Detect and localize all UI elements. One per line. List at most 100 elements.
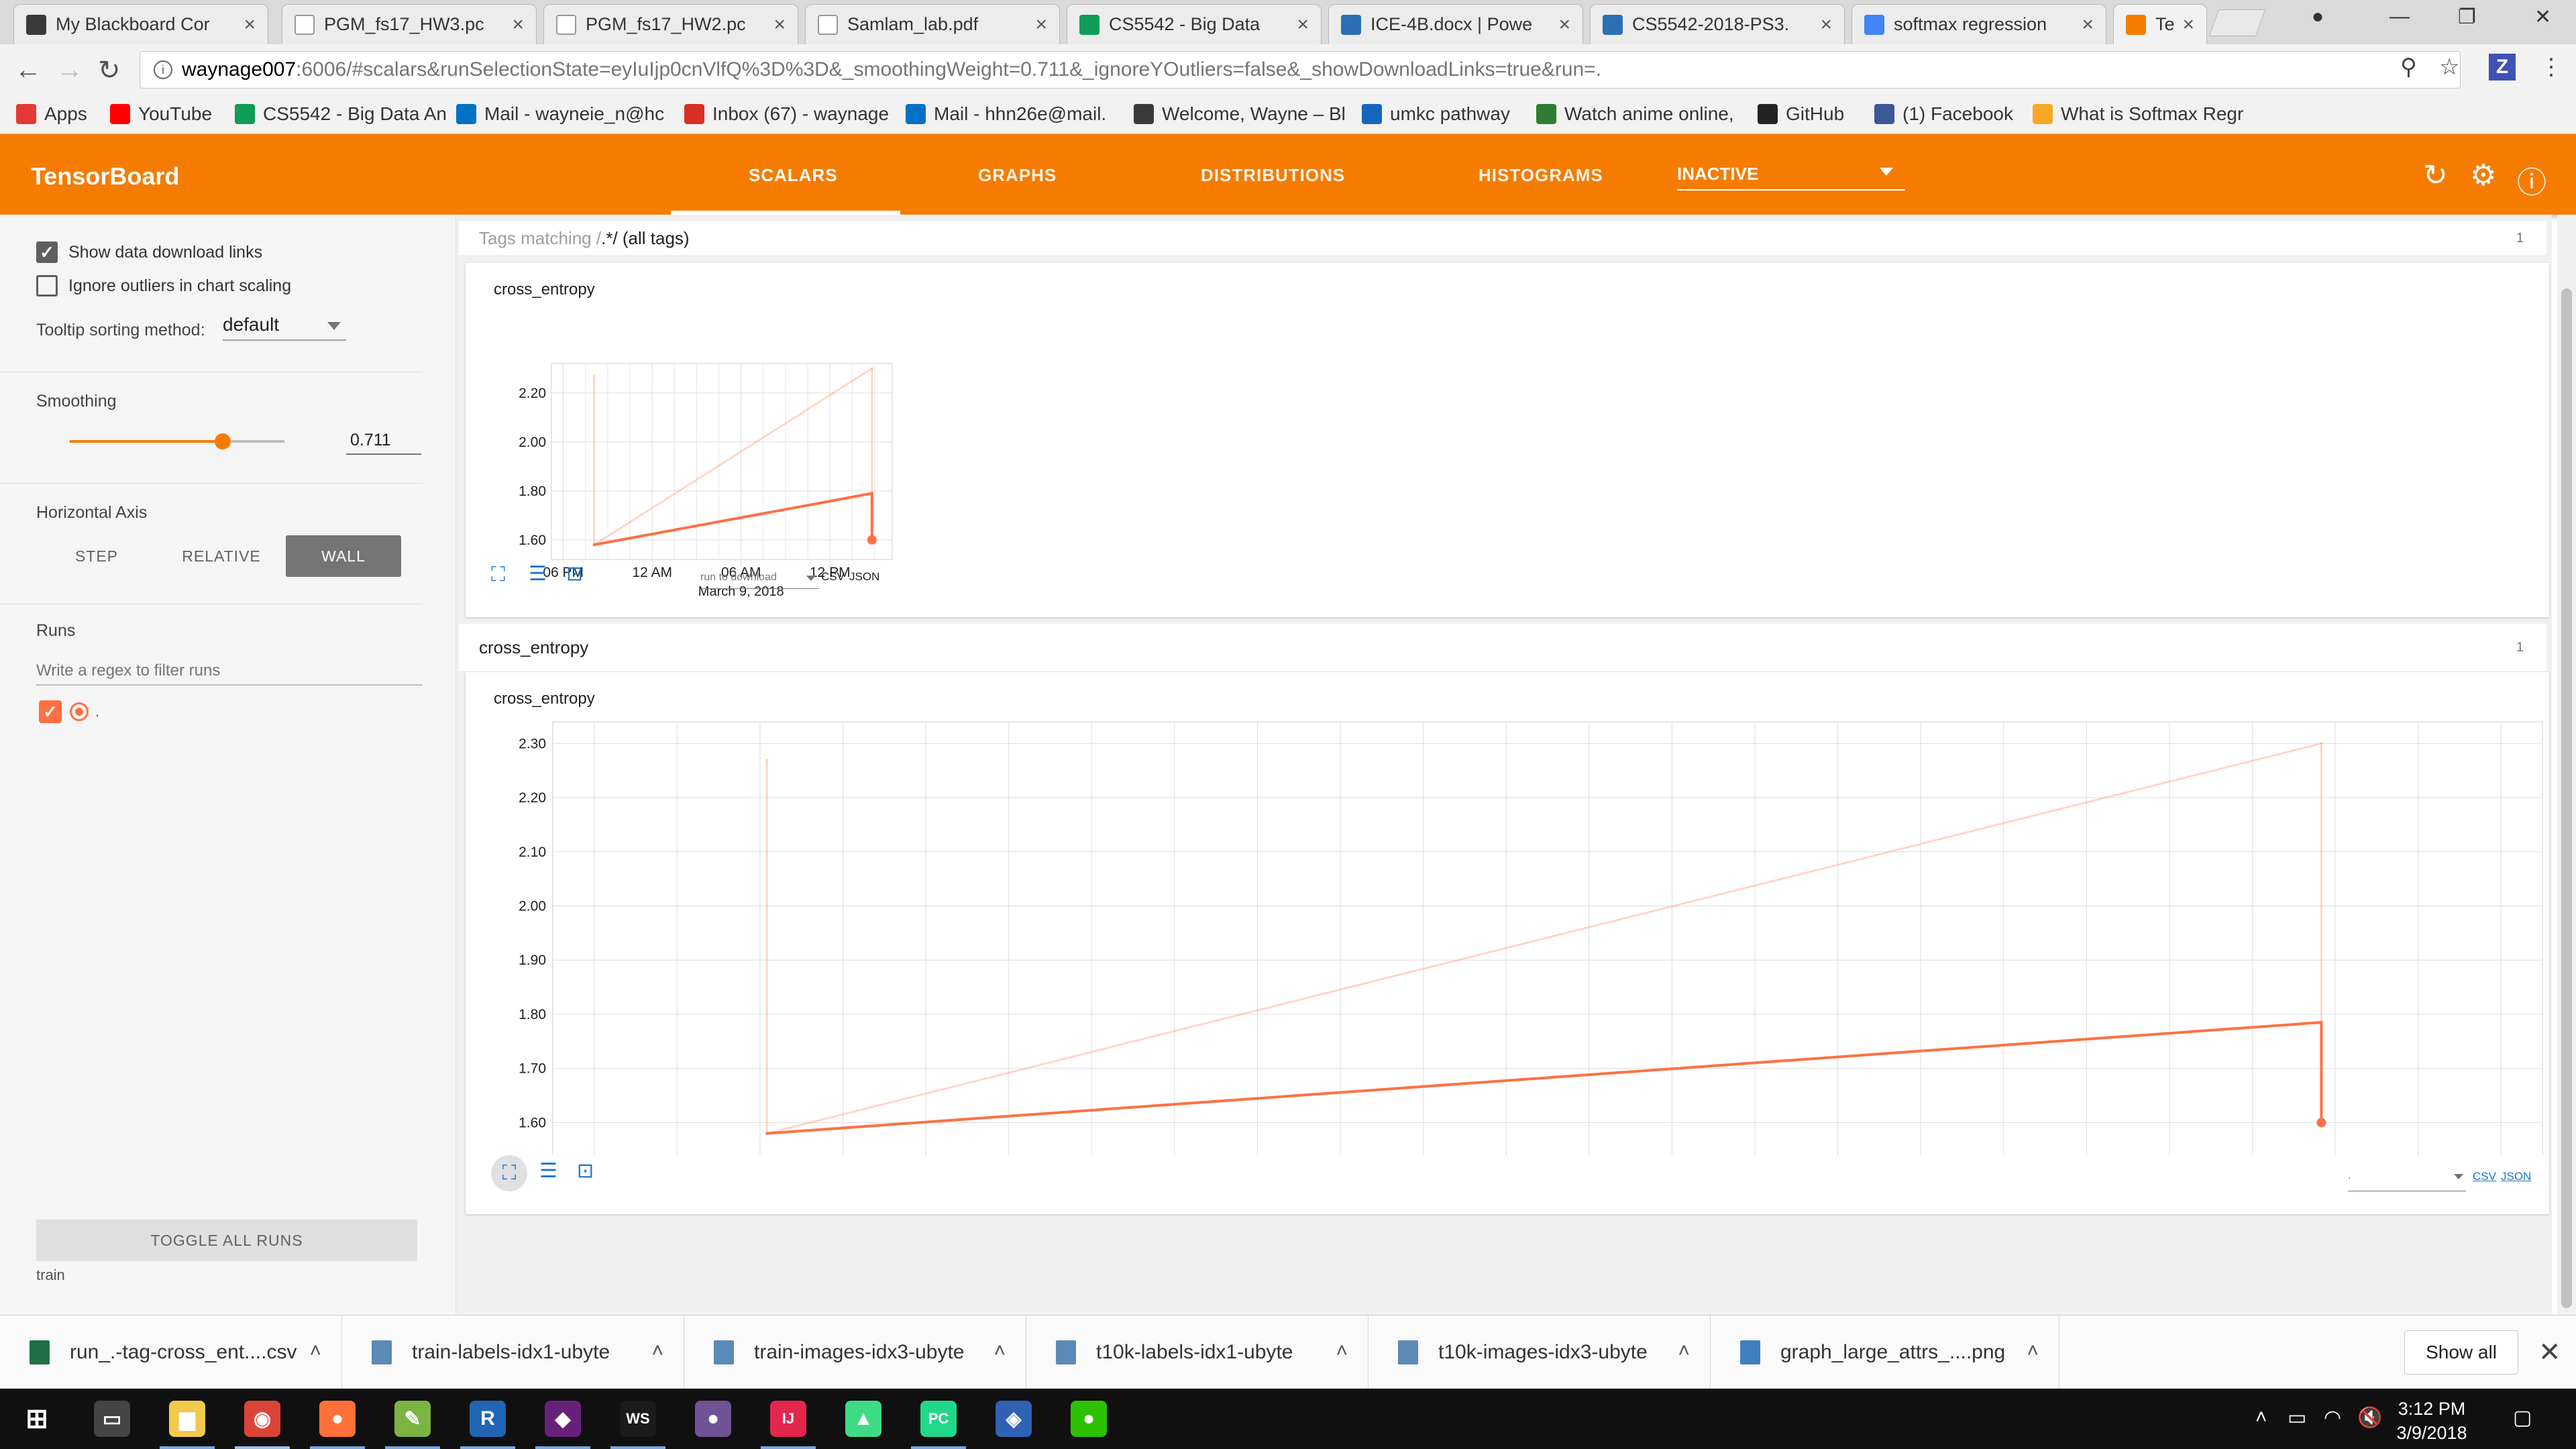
browser-tab[interactable]: TensorBoard × <box>2113 4 2207 44</box>
bookmark-item[interactable]: umkc pathway <box>1362 103 1510 125</box>
axis-wall-button[interactable]: WALL <box>286 535 401 577</box>
bookmark-item[interactable]: Welcome, Wayne – Bl <box>1134 103 1346 125</box>
wifi-icon[interactable]: ◠ <box>2324 1406 2341 1430</box>
chevron-up-icon[interactable]: ˄ <box>309 1340 321 1362</box>
run-to-download-select[interactable]: . <box>2348 1170 2466 1191</box>
cross-entropy-group-header[interactable]: cross_entropy 1 <box>459 624 2546 671</box>
download-item[interactable]: train-labels-idx1-ubyte ˄ <box>342 1316 684 1389</box>
expand-chart-icon[interactable]: ⛶ <box>491 1155 527 1191</box>
reload-data-icon[interactable]: ↻ <box>2423 158 2448 193</box>
smoothing-value-input[interactable]: 0.711 <box>346 428 421 455</box>
bookmark-item[interactable]: Mail - wayneie_n@hc <box>456 103 664 125</box>
browser-tab[interactable]: CS5542-2018-PS3. × <box>1590 4 1845 44</box>
chevron-up-icon[interactable]: ˄ <box>1336 1340 1348 1362</box>
close-tab-icon[interactable]: × <box>2182 13 2194 36</box>
runs-filter-input[interactable]: Write a regex to filter runs <box>36 656 423 686</box>
fit-domain-icon[interactable]: ⊡ <box>566 562 583 586</box>
download-item[interactable]: graph_large_attrs_....png ˄ <box>1711 1316 2059 1389</box>
address-bar[interactable]: i waynage007 :6006/#scalars&runSelection… <box>140 51 2461 89</box>
intellij-icon[interactable]: IJ <box>770 1401 806 1437</box>
close-tab-icon[interactable]: × <box>1820 13 1832 36</box>
axis-relative-button[interactable]: RELATIVE <box>161 535 282 577</box>
chevron-up-icon[interactable]: ˄ <box>1678 1340 1690 1362</box>
battery-icon[interactable]: ▭ <box>2288 1406 2306 1430</box>
bookmark-item[interactable]: GitHub <box>1758 103 1844 125</box>
smoothing-slider[interactable] <box>70 433 284 449</box>
help-icon[interactable]: ⓘ <box>2517 158 2546 201</box>
close-tab-icon[interactable]: × <box>1558 13 1570 36</box>
series-point[interactable] <box>593 374 596 377</box>
close-tab-icon[interactable]: × <box>244 13 256 36</box>
bookmark-item[interactable]: Apps <box>16 103 87 125</box>
json-download-link[interactable]: JSON <box>2501 1170 2531 1183</box>
browser-tab[interactable]: Samlam_lab.pdf × <box>805 4 1060 44</box>
firefox-icon[interactable]: ● <box>319 1401 356 1437</box>
r-icon[interactable]: R <box>470 1401 506 1437</box>
wechat-icon[interactable]: ● <box>1071 1401 1107 1437</box>
new-tab-button[interactable] <box>2208 9 2266 36</box>
profile-icon[interactable]: ● <box>2312 5 2324 28</box>
system-clock[interactable]: 3:12 PM 3/9/2018 <box>2375 1397 2489 1445</box>
webstorm-icon[interactable]: WS <box>620 1401 656 1437</box>
tab-histograms[interactable]: HISTOGRAMS <box>1479 165 1603 186</box>
series-point[interactable] <box>593 543 596 546</box>
toggle-log-scale-icon[interactable]: ☰ <box>529 562 547 586</box>
series-point[interactable] <box>765 759 768 761</box>
last-value-marker[interactable] <box>867 535 877 545</box>
bookmark-item[interactable]: YouTube <box>110 103 212 125</box>
tooltip-sorting-select[interactable]: default <box>223 314 346 341</box>
bookmark-item[interactable]: What is Softmax Regr <box>2033 103 2243 125</box>
android-studio-icon[interactable]: ▲ <box>845 1401 881 1437</box>
run-item[interactable]: ✓ . <box>39 700 99 723</box>
page-scrollbar[interactable] <box>2557 215 2576 1315</box>
run-color-radio[interactable] <box>70 702 89 721</box>
cross-entropy-chart-large[interactable]: 06 PM07 PM08 PM09 PM10 PM11 PM12 AM01 AM… <box>466 672 2549 1155</box>
close-tab-icon[interactable]: × <box>1297 13 1309 36</box>
browser-tab[interactable]: CS5542 - Big Data × <box>1067 4 1322 44</box>
smoothing-slider-knob[interactable] <box>214 433 231 449</box>
visual-studio-icon[interactable]: ◆ <box>545 1401 581 1437</box>
tab-scalars[interactable]: SCALARS <box>749 165 838 186</box>
notepad-plus-icon[interactable]: ✎ <box>394 1401 431 1437</box>
task-view-icon[interactable]: ▭ <box>94 1401 130 1437</box>
file-explorer-icon[interactable]: ▆ <box>169 1401 205 1437</box>
close-tab-icon[interactable]: × <box>2082 13 2094 36</box>
close-window-icon[interactable]: ✕ <box>2534 5 2551 29</box>
virtualbox-icon[interactable]: ◈ <box>996 1401 1032 1437</box>
inactive-plugins-dropdown[interactable]: INACTIVE <box>1677 164 1905 191</box>
back-icon[interactable]: ← <box>15 55 42 85</box>
settings-gear-icon[interactable]: ⚙ <box>2470 158 2496 193</box>
close-tab-icon[interactable]: × <box>773 13 786 36</box>
fit-domain-icon[interactable]: ⊡ <box>577 1159 594 1183</box>
toggle-log-scale-icon[interactable]: ☰ <box>539 1159 557 1183</box>
bookmark-item[interactable]: (1) Facebook <box>1874 103 2013 125</box>
checkbox-unchecked-icon[interactable] <box>36 275 58 297</box>
pycharm-icon[interactable]: PC <box>920 1401 957 1437</box>
show-download-links-checkbox[interactable]: ✓ Show data download links <box>36 241 262 263</box>
download-item[interactable]: t10k-labels-idx1-ubyte ˄ <box>1026 1316 1368 1389</box>
axis-step-button[interactable]: STEP <box>36 535 157 577</box>
action-center-icon[interactable]: ▢ <box>2513 1406 2532 1430</box>
series-point[interactable] <box>765 1132 768 1135</box>
last-value-marker[interactable] <box>2316 1118 2326 1128</box>
restore-icon[interactable]: ❐ <box>2458 5 2476 29</box>
download-item[interactable]: run_.-tag-cross_ent....csv ˄ <box>0 1316 342 1389</box>
series-point[interactable] <box>2320 742 2322 745</box>
download-item[interactable]: train-images-idx3-ubyte ˄ <box>684 1316 1026 1389</box>
close-tab-icon[interactable]: × <box>1035 13 1047 36</box>
site-info-icon[interactable]: i <box>154 60 172 79</box>
checkbox-checked-icon[interactable]: ✓ <box>36 241 58 263</box>
toggle-all-runs-button[interactable]: TOGGLE ALL RUNS <box>36 1220 417 1261</box>
tab-distributions[interactable]: DISTRIBUTIONS <box>1201 165 1345 186</box>
show-all-downloads-button[interactable]: Show all <box>2404 1330 2518 1375</box>
run-to-download-select[interactable]: run to download <box>700 572 818 589</box>
browser-tab[interactable]: ICE-4B.docx | Powe × <box>1328 4 1583 44</box>
chevron-up-icon[interactable]: ˄ <box>994 1340 1006 1362</box>
csv-download-link[interactable]: CSV <box>821 570 845 584</box>
reload-icon[interactable]: ↻ <box>98 55 121 86</box>
chevron-up-icon[interactable]: ˄ <box>2027 1340 2039 1362</box>
zoom-icon[interactable]: ⚲ <box>2400 54 2417 80</box>
tray-overflow-icon[interactable]: ˄ <box>2255 1406 2267 1429</box>
bookmark-item[interactable]: Mail - hhn26e@mail. <box>906 103 1106 125</box>
download-item[interactable]: t10k-images-idx3-ubyte ˄ <box>1368 1316 1711 1389</box>
